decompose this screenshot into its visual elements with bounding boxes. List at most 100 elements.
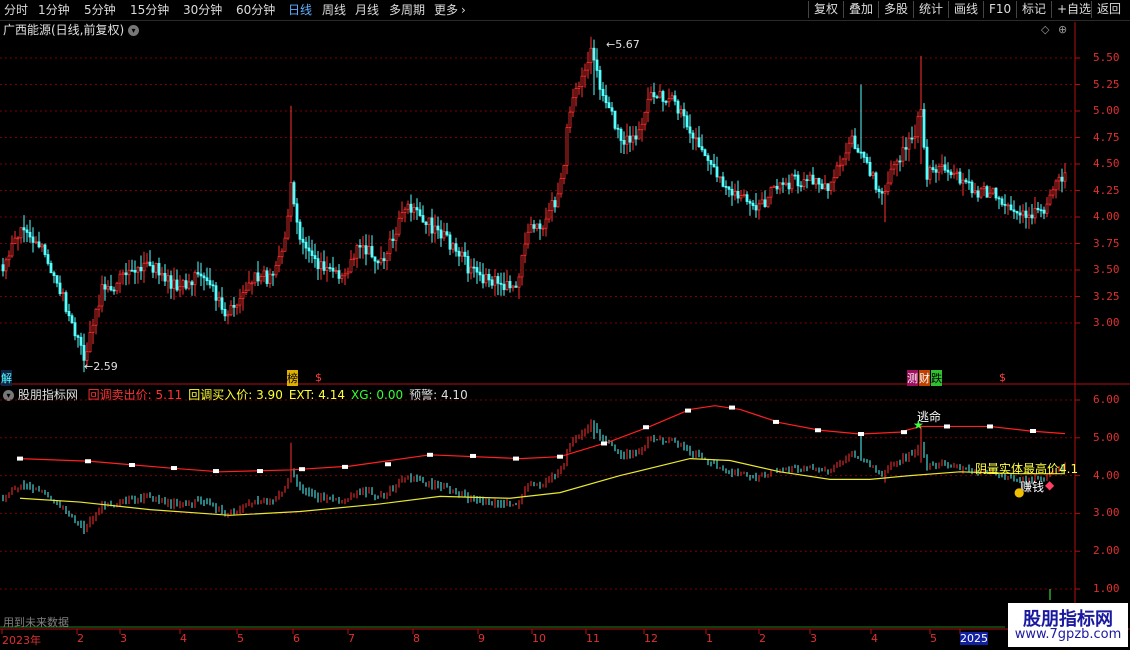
candle-body <box>157 263 161 276</box>
candle-body <box>10 243 14 257</box>
candle-body <box>841 158 845 166</box>
candle-body <box>433 225 437 234</box>
candle-body <box>694 137 698 140</box>
candle-body <box>775 185 779 190</box>
candle-body <box>16 237 20 240</box>
candle-body <box>385 253 389 262</box>
candle-body <box>964 179 968 183</box>
candle-body <box>808 174 812 181</box>
candle-body <box>1009 204 1013 211</box>
indicator-y-tick-label: 3.00 <box>1093 506 1120 520</box>
sell-line-marker <box>129 463 135 468</box>
candle-body <box>748 201 752 204</box>
candle-body <box>538 223 542 229</box>
kline-chart[interactable] <box>0 0 1130 650</box>
candle-body <box>451 243 455 250</box>
test-marker[interactable]: 测 <box>907 370 918 386</box>
candle-body <box>397 217 401 235</box>
candle-body <box>1048 194 1052 205</box>
x-axis-label: 9 <box>478 632 485 645</box>
candle-body <box>454 243 458 252</box>
candle-body <box>28 231 32 238</box>
candle-body <box>760 199 764 205</box>
candle-body <box>667 98 671 103</box>
candle-body <box>145 261 149 264</box>
candle-body <box>295 203 299 223</box>
candle-body <box>736 190 740 199</box>
candle-body <box>814 177 818 185</box>
sell-line-marker <box>427 452 433 457</box>
candle-body <box>706 155 710 161</box>
candle-body <box>349 259 353 273</box>
candle-body <box>763 199 767 208</box>
candle-body <box>817 177 821 185</box>
candle-body <box>256 272 260 282</box>
dollar-marker[interactable]: $ <box>315 371 322 384</box>
candle-body <box>421 215 425 223</box>
candle-body <box>958 171 962 184</box>
candle-body <box>742 194 746 197</box>
candle-body <box>274 265 278 276</box>
candle-body <box>484 273 488 284</box>
candle-body <box>724 185 728 188</box>
candle-body <box>553 200 557 208</box>
candle-body <box>346 271 350 275</box>
candle-body <box>409 203 413 213</box>
candle-body <box>907 137 911 150</box>
candle-body <box>862 151 866 158</box>
candle-body <box>922 109 926 148</box>
candle-body <box>283 237 287 252</box>
top-price-annotation: 阴量实体最高价4.1 <box>975 462 1079 476</box>
watermark-url: www.7gpzb.com <box>1014 627 1122 642</box>
ranking-marker[interactable]: 榜 <box>287 370 298 386</box>
candle-body <box>496 276 500 284</box>
drop-marker[interactable]: 跌 <box>931 370 942 386</box>
candle-body <box>478 271 482 276</box>
candle-body <box>655 96 659 99</box>
candle-body <box>445 231 449 236</box>
candle-body <box>961 179 965 184</box>
candle-body <box>829 181 833 191</box>
candle-body <box>1042 209 1046 214</box>
candle-body <box>247 282 251 291</box>
candle-body <box>520 254 524 278</box>
candle-body <box>1 264 5 272</box>
candle-body <box>646 98 650 113</box>
finance-marker[interactable]: 财 <box>919 370 930 386</box>
candle-body <box>619 128 623 141</box>
candle-body <box>700 146 704 151</box>
candle-body <box>937 166 941 173</box>
candle-body <box>277 256 281 267</box>
candle-body <box>679 109 683 114</box>
candle-body <box>121 272 125 275</box>
candle-body <box>394 233 398 241</box>
candle-body <box>373 256 377 262</box>
candle-body <box>265 270 269 284</box>
future-data-note: 用到未来数据 <box>3 616 69 629</box>
x-axis-label: 6 <box>293 632 300 645</box>
candle-body <box>592 47 596 61</box>
candle-body <box>76 335 80 338</box>
candlestick-series <box>1 36 1067 373</box>
candle-body <box>328 267 332 269</box>
candle-body <box>832 177 836 183</box>
y-tick-label: 5.25 <box>1093 77 1120 91</box>
candle-body <box>523 243 527 256</box>
candle-body <box>985 186 989 198</box>
candle-body <box>1021 210 1025 216</box>
candle-body <box>64 292 68 312</box>
candle-body <box>7 255 11 261</box>
candle-body <box>790 174 794 190</box>
candle-body <box>739 194 743 199</box>
candle-body <box>139 266 143 272</box>
candle-body <box>895 160 899 166</box>
dollar-marker-2[interactable]: $ <box>999 371 1006 384</box>
x-axis-label: 1 <box>706 632 713 645</box>
candle-body <box>364 245 368 255</box>
candle-body <box>184 280 188 289</box>
unlock-marker[interactable]: 解 <box>1 370 12 386</box>
candle-body <box>883 191 887 194</box>
candle-body <box>79 336 83 346</box>
candle-body <box>196 272 200 275</box>
candle-body <box>634 135 638 140</box>
